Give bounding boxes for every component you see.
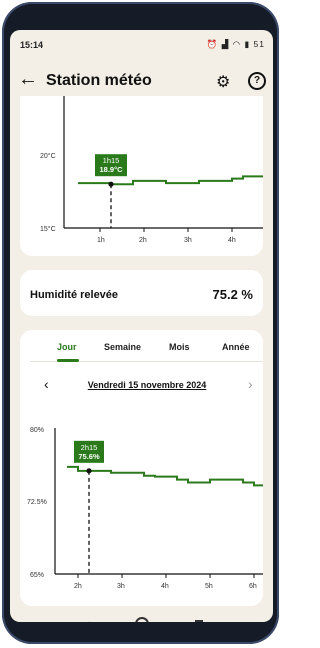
battery-icon: ▮ — [244, 39, 251, 49]
y-tick-label: 20°C — [40, 152, 56, 160]
tooltip-value: 75.6% — [78, 452, 100, 461]
signal-icon: ▟ — [221, 39, 230, 49]
humidity-series-line — [67, 465, 263, 487]
temperature-chart[interactable]: 20°C 15°C 1h 2h 3h 4h 1h15 18.9°C — [20, 96, 266, 256]
battery-level: 51 — [253, 39, 265, 49]
x-tick-label: 6h — [249, 583, 257, 590]
x-ticks — [99, 228, 233, 232]
tooltip-value: 18.9°C — [99, 165, 123, 174]
cursor-point — [86, 468, 92, 474]
tooltip-time: 2h15 — [81, 443, 98, 452]
alarm-off-icon: ⏰ — [206, 39, 219, 49]
humidity-chart[interactable]: 80% 72.5% 65% 2h 3h 4h 5h 6h 2h15 75.6% — [20, 330, 263, 606]
x-tick-label: 2h — [74, 583, 82, 590]
x-tick-label: 4h — [228, 237, 236, 244]
status-icons: ⏰ ▟ ◠ ▮ 51 — [207, 39, 265, 50]
page-title: Station météo — [46, 72, 152, 89]
humidity-summary-card: Humidité relevée 75.2 % — [20, 270, 263, 316]
back-arrow-icon[interactable]: ← — [18, 68, 38, 91]
back-triangle-icon[interactable]: ◀ — [82, 620, 90, 622]
y-tick-label: 15°C — [40, 225, 56, 233]
x-tick-label: 3h — [117, 583, 125, 590]
gear-icon[interactable]: ⚙ — [216, 72, 230, 92]
screen: 15:14 ⏰ ▟ ◠ ▮ 51 ← Station météo ⚙ ? 20°… — [10, 30, 273, 622]
x-tick-label: 2h — [139, 237, 147, 244]
temperature-series-line — [78, 175, 266, 186]
humidity-value: 75.2 % — [212, 287, 253, 302]
system-nav-bar: ◀ — [10, 610, 273, 622]
wifi-icon: ◠ — [232, 39, 242, 49]
recents-square-icon[interactable] — [195, 620, 203, 622]
y-tick-label: 80% — [30, 427, 44, 434]
status-time: 15:14 — [20, 40, 44, 50]
app-bar: ← Station météo ⚙ ? — [10, 64, 273, 98]
home-circle-icon[interactable] — [135, 617, 149, 622]
x-tick-label: 4h — [161, 583, 169, 590]
phone-frame: 15:14 ⏰ ▟ ◠ ▮ 51 ← Station météo ⚙ ? 20°… — [2, 2, 279, 644]
temperature-card: 20°C 15°C 1h 2h 3h 4h 1h15 18.9°C — [20, 96, 266, 256]
x-tick-label: 5h — [205, 583, 213, 590]
cursor-point — [108, 181, 114, 187]
humidity-label: Humidité relevée — [30, 289, 119, 301]
x-tick-label: 1h — [97, 237, 105, 244]
y-tick-label: 65% — [30, 572, 44, 579]
status-bar: 15:14 ⏰ ▟ ◠ ▮ 51 — [10, 34, 273, 58]
x-tick-label: 3h — [184, 237, 192, 244]
tooltip-time: 1h15 — [103, 156, 120, 165]
y-tick-label: 72.5% — [27, 499, 47, 506]
help-icon[interactable]: ? — [248, 72, 266, 90]
humidity-chart-card: Jour Semaine Mois Année ‹ Vendredi 15 no… — [20, 330, 263, 606]
